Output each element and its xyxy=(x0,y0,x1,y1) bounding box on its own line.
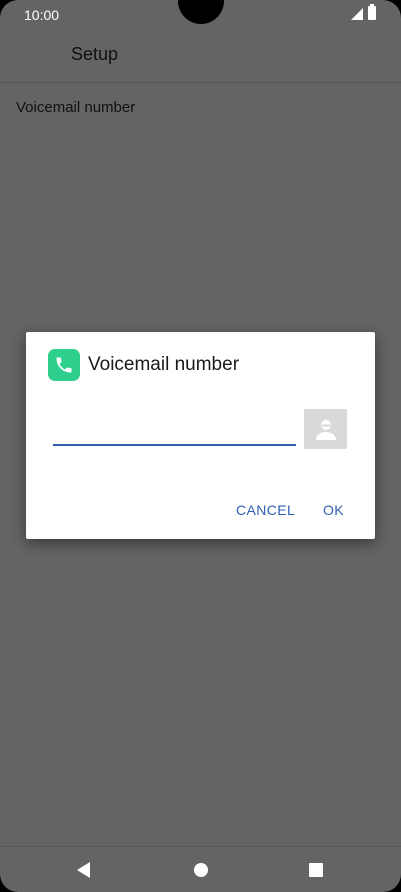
dialog-title: Voicemail number xyxy=(88,354,240,375)
battery-icon xyxy=(368,4,376,20)
voicemail-number-input[interactable] xyxy=(53,420,296,446)
back-icon[interactable] xyxy=(77,862,90,878)
voicemail-number-dialog: Voicemail number CANCEL OK xyxy=(26,332,375,539)
camera-notch xyxy=(178,0,224,24)
preference-voicemail-number[interactable]: Voicemail number xyxy=(16,99,135,116)
navigation-bar xyxy=(0,846,401,892)
status-bar: 10:00 xyxy=(0,0,401,30)
home-icon[interactable] xyxy=(194,863,208,877)
phone-screen: 10:00 Setup Voicemail number Voicemail n… xyxy=(0,0,401,892)
phone-icon xyxy=(48,349,80,381)
contact-picker-button[interactable] xyxy=(304,409,347,449)
ok-button[interactable]: OK xyxy=(319,500,348,520)
cancel-button[interactable]: CANCEL xyxy=(232,500,299,520)
signal-icon xyxy=(351,8,363,20)
recents-icon[interactable] xyxy=(309,863,323,877)
page-title: Setup xyxy=(71,44,119,64)
app-header: Setup xyxy=(0,30,401,83)
contact-icon xyxy=(315,420,336,440)
status-time: 10:00 xyxy=(24,7,60,23)
